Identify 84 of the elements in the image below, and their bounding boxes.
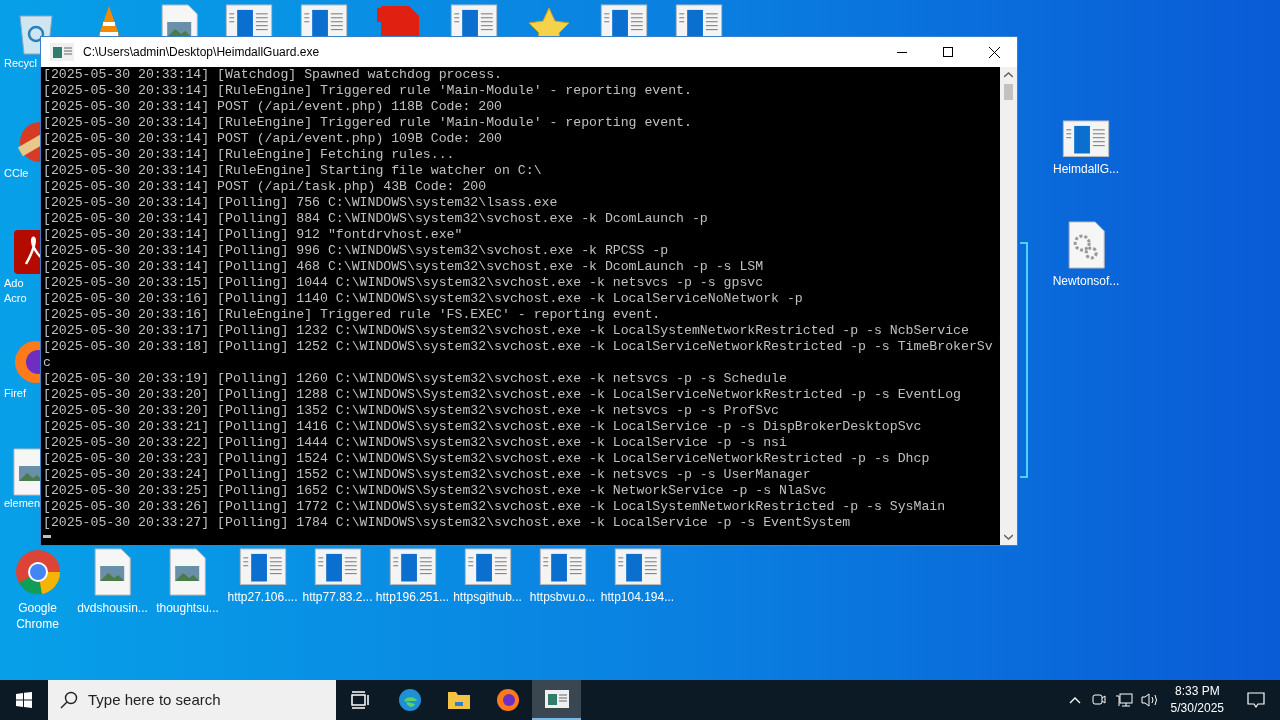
close-icon [988, 46, 1000, 58]
windows-logo-icon [16, 692, 32, 708]
console-line: [2025-05-30 20:33:14] [RuleEngine] Triggered rule 'Main-Module' - reporting event. [43, 115, 693, 131]
program-window-icon [388, 548, 437, 586]
text-cursor [43, 535, 51, 538]
program-window-icon [538, 548, 587, 586]
program-window-icon [313, 548, 362, 586]
console-line: [2025-05-30 20:33:26] [Polling] 1772 C:\WINDOWS\system32\svchost.exe -k LocalSystemNetworkRestricted -p -s SysMain [43, 499, 947, 515]
console-line: [2025-05-30 20:33:16] [Polling] 1140 C:\WINDOWS\system32\svchost.exe -k LocalServiceNoNetwork -p [43, 291, 804, 307]
icon-label[interactable]: Google Chrome [0, 600, 75, 632]
program-window-icon [1062, 120, 1110, 158]
minimize-icon [897, 51, 907, 53]
date-text: 5/30/2025 [1170, 700, 1224, 717]
console-line: [2025-05-30 20:33:15] [Polling] 1044 C:\WINDOWS\system32\svchost.exe -k netsvcs -p -s gpsvc [43, 275, 765, 291]
console-line: [2025-05-30 20:33:14] [Watchdog] Spawned watchdog process. [43, 67, 503, 83]
console-line: [2025-05-30 20:33:14] [Polling] 996 C:\WINDOWS\system32\svchost.exe -k RPCSS -p [43, 243, 670, 259]
icon-label[interactable]: http77.83.2... [302, 589, 373, 606]
console-line: [2025-05-30 20:33:20] [Polling] 1352 C:\WINDOWS\system32\svchost.exe -k netsvcs -p -s ProfSvc [43, 403, 780, 419]
icon-label[interactable]: thoughtsu... [156, 600, 219, 616]
icon-label[interactable]: httpsbvu.o... [529, 589, 596, 606]
icon-label[interactable]: HeimdallG... [1053, 161, 1119, 178]
console-line: [2025-05-30 20:33:14] [Polling] 912 "fontdrvhost.exe" [43, 227, 464, 243]
console-line: [2025-05-30 20:33:14] POST (/api/task.php) 43B Code: 200 [43, 179, 488, 195]
gear-file-icon [1066, 221, 1106, 270]
console-line: [2025-05-30 20:33:14] [RuleEngine] Triggered rule 'Main-Module' - reporting event. [43, 83, 693, 99]
scrollbar[interactable] [1000, 67, 1017, 545]
time-text: 8:33 PM [1174, 683, 1220, 700]
task-view-icon [350, 691, 371, 709]
console-line: [2025-05-30 20:33:14] POST (/api/event.php) 109B Code: 200 [43, 131, 503, 147]
search-field[interactable]: Type here to search [48, 680, 336, 720]
icon-label[interactable]: Newtonsof... [1052, 273, 1120, 290]
image-file-icon [93, 548, 132, 596]
scroll-thumb[interactable] [1004, 84, 1013, 100]
console-line: [2025-05-30 20:33:14] [Polling] 468 C:\WINDOWS\system32\svchost.exe -k DcomLaunch -p -s LSM [43, 259, 765, 275]
console-line: [2025-05-30 20:33:19] [Polling] 1260 C:\WINDOWS\system32\svchost.exe -k netsvcs -p -s Schedule [43, 371, 788, 387]
console-window-icon [49, 42, 75, 62]
clock[interactable]: 8:33 PM 5/30/2025 [1162, 683, 1232, 717]
volume-icon[interactable] [1140, 692, 1159, 708]
console-line: [2025-05-30 20:33:14] [Polling] 756 C:\WINDOWS\system32\lsass.exe [43, 195, 559, 211]
maximize-icon [943, 47, 953, 57]
icon-label[interactable]: http27.106.... [227, 589, 298, 606]
console-line: [2025-05-30 20:33:17] [Polling] 1232 C:\WINDOWS\system32\svchost.exe -k LocalSystemNetworkRestricted -p -s NcbService [43, 323, 970, 339]
console-line: [2025-05-30 20:33:25] [Polling] 1652 C:\WINDOWS\System32\svchost.exe -k NetworkService -p -s NlaSvc [43, 483, 828, 499]
window-title: C:\Users\admin\Desktop\HeimdallGuard.exe [83, 44, 320, 61]
console-line: [2025-05-30 20:33:14] [RuleEngine] Fetching rules... [43, 147, 456, 163]
webcam-icon[interactable] [1091, 692, 1106, 708]
icon-label[interactable]: dvdshousin... [77, 600, 148, 616]
console-line: [2025-05-30 20:33:24] [Polling] 1552 C:\WINDOWS\system32\svchost.exe -k netsvcs -p -s UserManager [43, 467, 812, 483]
chrome-icon [13, 548, 62, 596]
icon-label[interactable]: Ado Acro [0, 276, 27, 306]
icon-label[interactable]: Recycl [0, 56, 37, 71]
network-icon[interactable] [1114, 692, 1133, 708]
icon-label[interactable]: http196.251... [375, 589, 450, 606]
scroll-down-icon [1004, 534, 1013, 540]
icon-label[interactable]: httpsgithub... [453, 589, 522, 606]
console-window-icon [543, 689, 570, 709]
console-line: [2025-05-30 20:33:16] [RuleEngine] Triggered rule 'FS.EXEC' - reporting event. [43, 307, 662, 323]
firefox-icon [495, 688, 520, 712]
console-line: [2025-05-30 20:33:27] [Polling] 1784 C:\WINDOWS\system32\svchost.exe -k LocalService -p -s EventSystem [43, 515, 852, 531]
icon-label[interactable]: Firef [0, 386, 26, 401]
console-line: [2025-05-30 20:33:14] [Polling] 884 C:\WINDOWS\system32\svchost.exe -k DcomLaunch -p [43, 211, 709, 227]
image-file-icon [168, 548, 207, 596]
edge-icon [397, 688, 422, 712]
taskbar-app[interactable] [532, 680, 581, 720]
console-line: [2025-05-30 20:33:21] [Polling] 1416 C:\WINDOWS\system32\svchost.exe -k LocalService -p -s DispBrokerDesktopSvc [43, 419, 923, 435]
chevron-up-icon[interactable] [1068, 696, 1081, 704]
search-icon [60, 691, 78, 709]
icon-label[interactable]: CCle [0, 166, 29, 181]
console-line: [2025-05-30 20:33:18] [Polling] 1252 C:\WINDOWS\system32\svchost.exe -k LocalServiceNetworkRestricted -p -s TimeBrokerSv [43, 339, 994, 355]
console-line: [2025-05-30 20:33:14] [RuleEngine] Starting file watcher on C:\ [43, 163, 543, 179]
program-window-icon [463, 548, 512, 586]
program-window-icon [613, 548, 662, 586]
folder-icon [446, 690, 471, 710]
icon-label[interactable]: elemen [0, 496, 41, 511]
console-line: [2025-05-30 20:33:23] [Polling] 1524 C:\WINDOWS\System32\svchost.exe -k LocalServiceNetworkRestricted -p -s Dhcp [43, 451, 931, 467]
console-line: [2025-05-30 20:33:22] [Polling] 1444 C:\WINDOWS\system32\svchost.exe -k LocalService -p -s nsi [43, 435, 788, 451]
scroll-up-icon [1004, 72, 1013, 78]
program-window-icon [238, 548, 287, 586]
search-input[interactable]: Type here to search [88, 688, 318, 712]
console-line: [2025-05-30 20:33:14] POST (/api/event.php) 118B Code: 200 [43, 99, 503, 115]
console-line: c [43, 355, 52, 371]
icon-label[interactable]: http104.194... [600, 589, 675, 606]
notification-icon [1247, 691, 1265, 709]
console-line: [2025-05-30 20:33:20] [Polling] 1288 C:\WINDOWS\System32\svchost.exe -k LocalServiceNetworkRestricted -p -s EventLog [43, 387, 962, 403]
